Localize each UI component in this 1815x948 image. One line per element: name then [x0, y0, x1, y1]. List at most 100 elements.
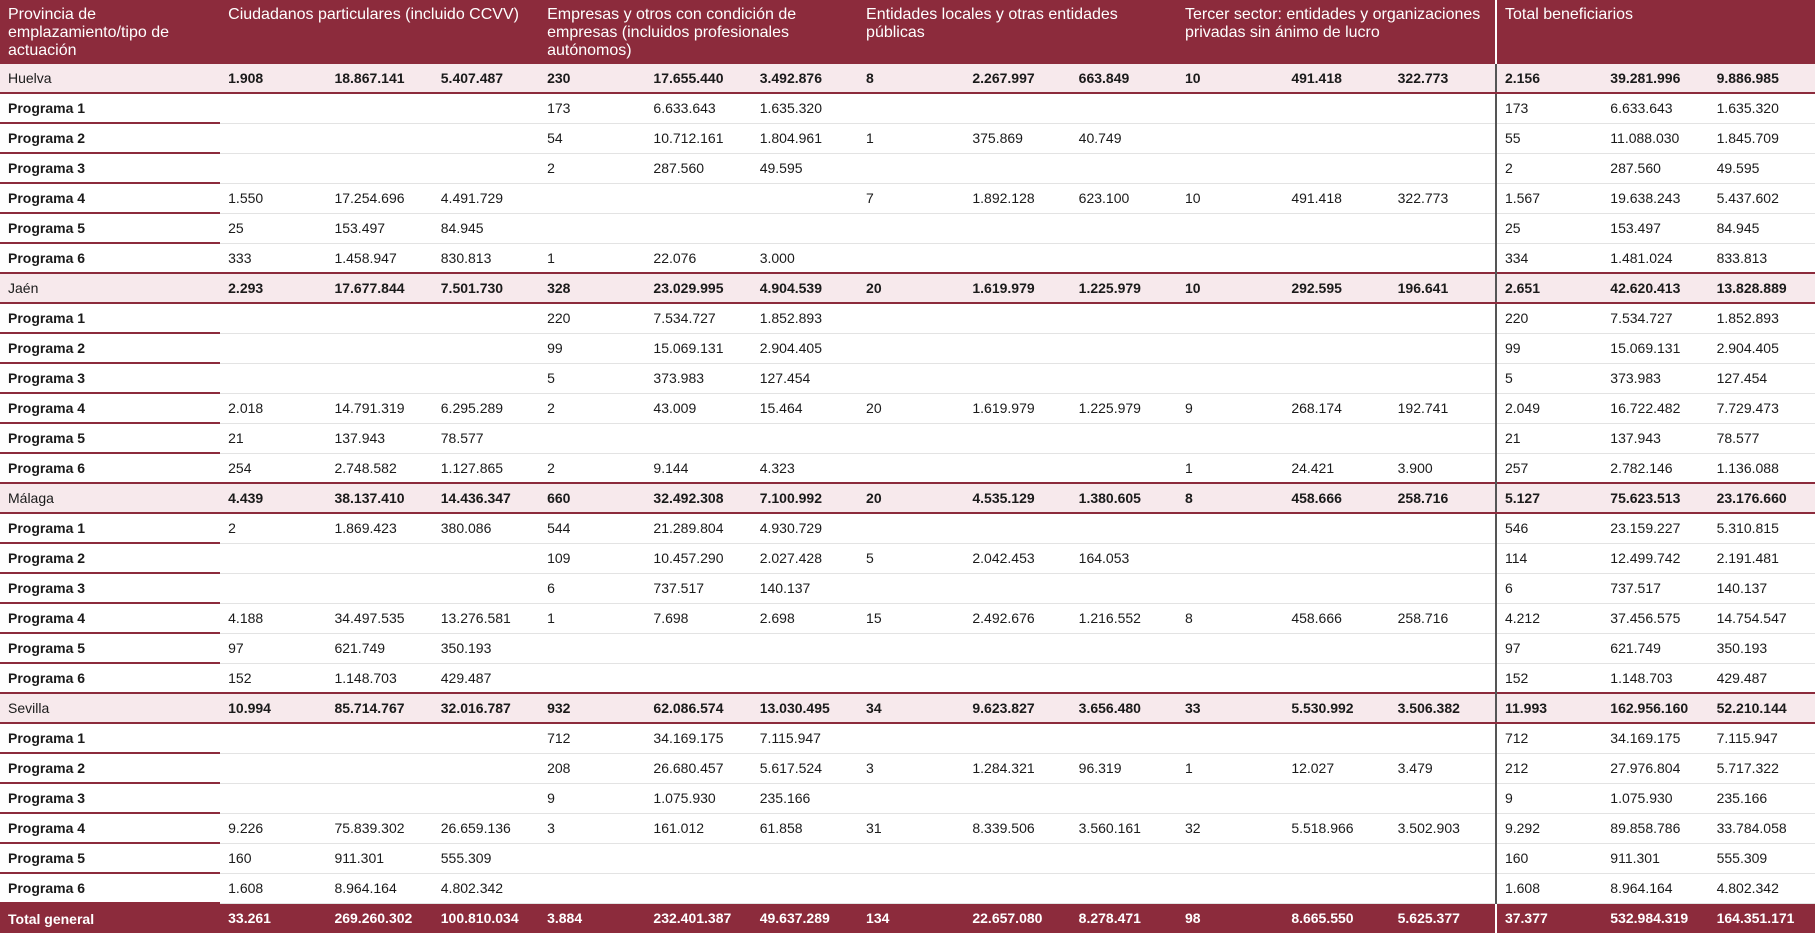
table-cell	[858, 243, 965, 274]
table-cell	[1389, 363, 1496, 394]
table-cell: 5	[858, 543, 965, 574]
table-cell: 8	[1177, 603, 1284, 634]
table-cell	[964, 363, 1071, 394]
table-cell: 9.144	[645, 453, 752, 484]
table-cell: 34.497.535	[326, 603, 433, 634]
table-cell: 27.976.804	[1602, 753, 1709, 784]
table-cell: 2	[539, 153, 646, 184]
table-cell: 287.560	[645, 153, 752, 184]
program-row: Programa 2 208 26.680.457 5.617.524 3 1.284.3…	[0, 753, 1815, 784]
table-cell	[858, 93, 965, 124]
table-cell	[326, 153, 433, 184]
table-cell: 2.651	[1494, 272, 1603, 304]
table-cell: 623.100	[1070, 183, 1177, 214]
table-cell: 85.714.767	[326, 692, 433, 724]
table-cell	[964, 213, 1071, 244]
table-cell: 34	[858, 692, 965, 724]
table-cell: 34.169.175	[645, 723, 752, 754]
table-cell: 9.886.985	[1708, 62, 1815, 94]
table-cell: 1.481.024	[1602, 243, 1709, 274]
table-cell: 932	[539, 692, 646, 724]
table-cell	[326, 333, 433, 364]
table-cell: 61.858	[751, 813, 859, 844]
table-cell: 1	[539, 243, 646, 274]
row-label: Programa 1	[0, 93, 221, 124]
table-cell	[964, 453, 1071, 484]
table-cell	[1283, 633, 1390, 664]
table-cell: 350.193	[1708, 633, 1815, 664]
table-cell: 2.782.146	[1602, 453, 1709, 484]
table-cell: 3.000	[751, 243, 859, 274]
group-header-total: Total beneficiarios	[1494, 0, 1815, 63]
table-cell: 160	[220, 843, 327, 874]
table-cell: 14.436.347	[432, 482, 540, 514]
table-cell: 1	[1177, 753, 1284, 784]
row-label: Programa 6	[0, 873, 221, 904]
table-cell: 10.994	[220, 692, 327, 724]
table-cell: 269.260.302	[326, 903, 433, 933]
table-cell	[1389, 423, 1496, 454]
table-cell	[645, 183, 752, 214]
group-header-entidades: Entidades locales y otras entidades públ…	[858, 0, 1177, 63]
table-cell: 1.075.930	[645, 783, 752, 814]
table-cell: 4.188	[220, 603, 327, 634]
table-cell: 160	[1494, 843, 1603, 874]
row-label: Programa 5	[0, 423, 221, 454]
row-label: Sevilla	[0, 692, 221, 724]
table-cell: 5.617.524	[751, 753, 859, 784]
table-cell	[645, 873, 752, 904]
table-cell	[432, 543, 540, 574]
table-cell	[539, 213, 646, 244]
table-cell	[432, 333, 540, 364]
table-cell	[220, 333, 327, 364]
table-cell: 38.137.410	[326, 482, 433, 514]
program-row: Programa 4 4.188 34.497.535 13.276.581 1 7.69…	[0, 603, 1815, 634]
row-label: Programa 1	[0, 723, 221, 754]
table-cell: 621.749	[1602, 633, 1709, 664]
table-cell	[1177, 873, 1284, 904]
table-cell	[858, 213, 965, 244]
table-cell: 4.930.729	[751, 513, 859, 544]
table-cell	[220, 303, 327, 334]
table-cell	[1283, 423, 1390, 454]
table-cell: 34.169.175	[1602, 723, 1709, 754]
table-cell	[432, 123, 540, 154]
table-cell: 212	[1494, 753, 1603, 784]
table-cell: 33.261	[220, 903, 327, 933]
table-cell	[1389, 663, 1496, 694]
table-cell: 1.567	[1494, 183, 1603, 214]
program-row: Programa 4 1.550 17.254.696 4.491.729 7 1.892…	[0, 183, 1815, 214]
table-cell	[432, 783, 540, 814]
table-cell	[220, 783, 327, 814]
group-header-tercer-sector: Tercer sector: entidades y organizacione…	[1177, 0, 1496, 63]
program-row: Programa 6 152 1.148.703 429.487 152 1.148.70…	[0, 663, 1815, 694]
table-cell	[1070, 873, 1177, 904]
table-cell	[1283, 843, 1390, 874]
table-cell: 22.076	[645, 243, 752, 274]
table-cell: 373.983	[1602, 363, 1709, 394]
table-cell: 192.741	[1389, 393, 1496, 424]
table-cell	[1070, 153, 1177, 184]
table-cell: 97	[220, 633, 327, 664]
table-cell	[326, 363, 433, 394]
table-cell: 7.501.730	[432, 272, 540, 304]
table-cell: 258.716	[1389, 603, 1496, 634]
program-row: Programa 5 97 621.749 350.193 97 621.749 350.1…	[0, 633, 1815, 664]
table-cell: 2.293	[220, 272, 327, 304]
table-cell	[964, 843, 1071, 874]
table-header-row: Provincia de emplazamiento/tipo de actua…	[0, 0, 1815, 63]
table-cell: 4.439	[220, 482, 327, 514]
table-cell: 380.086	[432, 513, 540, 544]
table-cell: 42.620.413	[1602, 272, 1709, 304]
table-cell	[964, 303, 1071, 334]
table-cell: 78.577	[432, 423, 540, 454]
table-cell: 4.212	[1494, 603, 1603, 634]
table-cell: 6	[539, 573, 646, 604]
table-cell: 15.464	[751, 393, 859, 424]
province-row: Huelva 1.908 18.867.141 5.407.487 230 17.655.…	[0, 62, 1815, 94]
table-cell: 127.454	[1708, 363, 1815, 394]
table-cell	[432, 303, 540, 334]
table-cell: 7.115.947	[1708, 723, 1815, 754]
table-cell	[1070, 843, 1177, 874]
table-cell	[220, 153, 327, 184]
